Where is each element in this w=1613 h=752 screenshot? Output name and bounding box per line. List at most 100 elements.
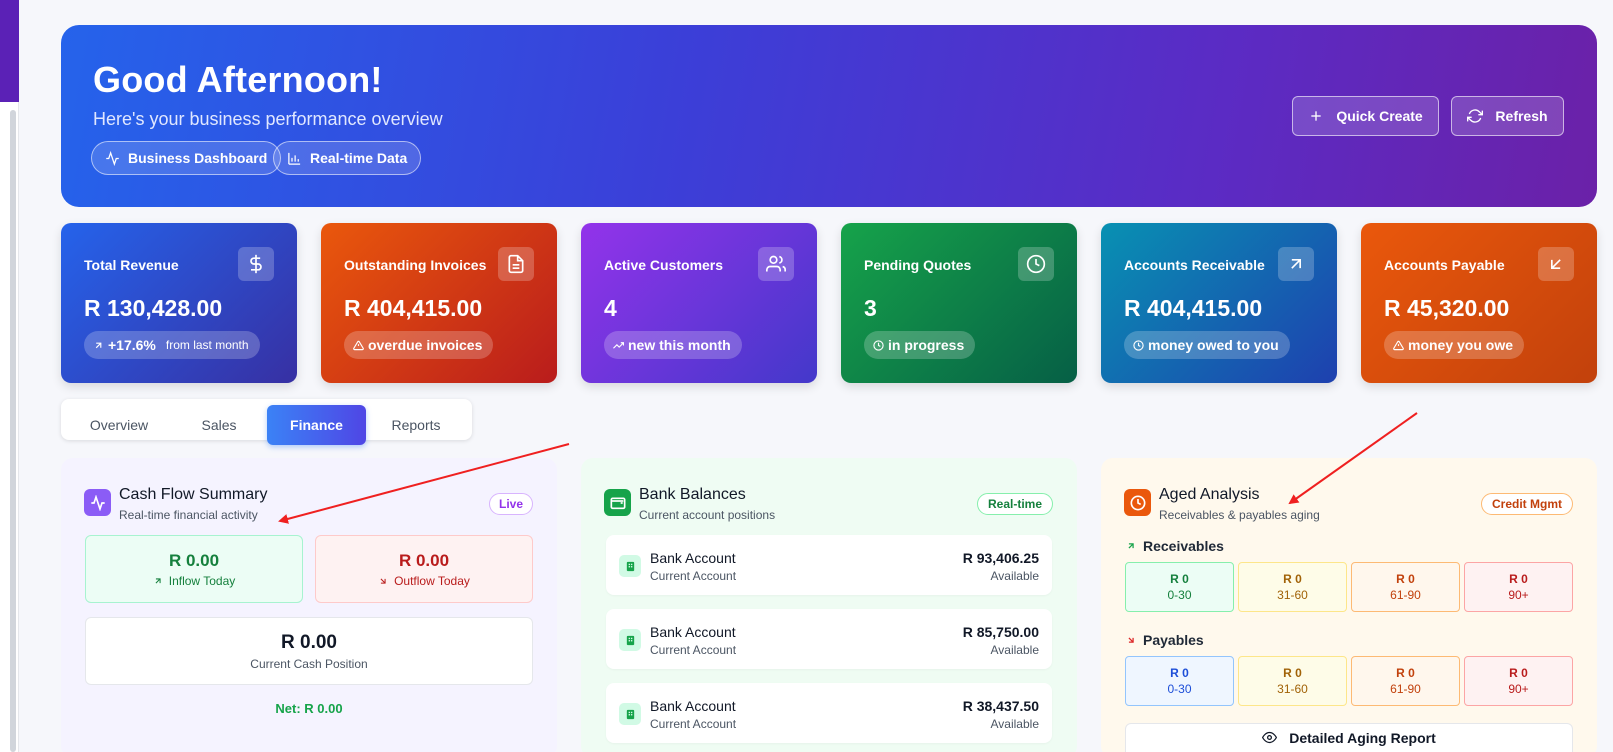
- clock-icon: [1124, 489, 1151, 516]
- alert-triangle-icon: [1393, 340, 1404, 350]
- account-status: Available: [990, 717, 1039, 731]
- stat-card-outstanding-invoices[interactable]: Outstanding Invoices R 404,415.00 overdu…: [321, 223, 557, 383]
- clock-icon: [1133, 339, 1144, 351]
- aged-analysis-panel: Aged Analysis Receivables & payables agi…: [1101, 458, 1597, 752]
- tab-sales[interactable]: Sales: [173, 405, 265, 445]
- stat-label: Outstanding Invoices: [344, 257, 487, 273]
- stat-card-total-revenue[interactable]: Total Revenue R 130,428.00 +17.6% from l…: [61, 223, 297, 383]
- bank-account-row[interactable]: Bank Account Current Account R 93,406.25…: [606, 535, 1052, 595]
- stat-value: R 404,415.00: [344, 295, 483, 321]
- account-name: Bank Account: [650, 624, 736, 640]
- stat-label: Total Revenue: [84, 257, 179, 273]
- eye-icon: [1262, 731, 1278, 744]
- clock-icon: [1018, 247, 1054, 281]
- outflow-label: Outflow Today: [394, 573, 470, 588]
- stat-tag-value: money owed to you: [1148, 337, 1279, 353]
- stat-card-pending-quotes[interactable]: Pending Quotes 3 in progress: [841, 223, 1077, 383]
- bucket-amount: R 0: [1509, 666, 1528, 680]
- account-type: Current Account: [650, 717, 737, 731]
- bank-icon: [619, 555, 641, 577]
- realtime-data-pill[interactable]: Real-time Data: [273, 141, 422, 175]
- wallet-icon: [604, 489, 631, 516]
- stat-tag: overdue invoices: [344, 331, 494, 359]
- bank-account-row[interactable]: Bank Account Current Account R 85,750.00…: [606, 609, 1052, 669]
- cash-position-box: R 0.00 Current Cash Position: [85, 617, 533, 685]
- tab-reports[interactable]: Reports: [366, 405, 466, 445]
- plus-icon: [1311, 111, 1321, 121]
- account-status: Available: [990, 643, 1039, 657]
- outflow-box: R 0.00 Outflow Today: [315, 535, 533, 603]
- alert-triangle-icon: [353, 340, 364, 350]
- activity-icon: [84, 489, 111, 516]
- pill-label: Business Dashboard: [128, 150, 268, 166]
- payables-heading: Payables: [1126, 632, 1204, 648]
- account-type: Current Account: [650, 643, 737, 657]
- stat-label: Pending Quotes: [864, 257, 972, 273]
- stat-tag-value: money you owe: [1408, 337, 1514, 353]
- clock-icon: [873, 339, 884, 351]
- quick-create-label: Quick Create: [1336, 108, 1423, 124]
- tab-overview[interactable]: Overview: [65, 405, 173, 445]
- stat-label: Accounts Receivable: [1124, 257, 1265, 273]
- panel-subtitle: Real-time financial activity: [119, 508, 258, 522]
- receivables-heading: Receivables: [1126, 538, 1224, 554]
- stat-tag-value: in progress: [888, 337, 965, 353]
- arrow-up-right-icon: [1278, 247, 1314, 281]
- refresh-button[interactable]: Refresh: [1451, 96, 1564, 136]
- bank-icon: [619, 629, 641, 651]
- detailed-aging-report-button[interactable]: Detailed Aging Report: [1125, 723, 1573, 752]
- stat-value: R 130,428.00: [84, 295, 223, 321]
- inflow-value: R 0.00: [168, 550, 220, 570]
- cash-position-label: Current Cash Position: [250, 656, 368, 671]
- business-dashboard-pill[interactable]: Business Dashboard: [91, 141, 282, 175]
- trending-up-icon: [613, 341, 624, 349]
- credit-mgmt-badge: Credit Mgmt: [1481, 493, 1573, 515]
- bank-account-row[interactable]: Bank Account Current Account R 38,437.50…: [606, 683, 1052, 743]
- bucket-amount: R 0: [1283, 572, 1302, 586]
- greeting-title: Good Afternoon!: [93, 59, 383, 100]
- bucket-amount: R 0: [1283, 666, 1302, 680]
- refresh-label: Refresh: [1495, 108, 1548, 124]
- bank-icon: [619, 703, 641, 725]
- stat-card-active-customers[interactable]: Active Customers 4 new this month: [581, 223, 817, 383]
- users-icon: [758, 247, 794, 281]
- bucket-range: 61-90: [1390, 588, 1421, 602]
- bucket-range: 90+: [1508, 588, 1529, 602]
- stat-tag-value: new this month: [628, 337, 731, 353]
- inflow-label: Inflow Today: [168, 573, 236, 588]
- stat-card-accounts-payable[interactable]: Accounts Payable R 45,320.00 money you o…: [1361, 223, 1597, 383]
- account-amount: R 38,437.50: [962, 698, 1039, 714]
- stat-tag: +17.6% from last month: [84, 331, 260, 359]
- report-button-label: Detailed Aging Report: [1289, 730, 1436, 746]
- tab-finance[interactable]: Finance: [267, 405, 366, 445]
- stat-tag: new this month: [604, 331, 742, 359]
- arrow-up-right-icon: [155, 577, 161, 583]
- stat-tag-suffix: from last month: [165, 338, 249, 352]
- cash-position-value: R 0.00: [281, 631, 337, 653]
- refresh-icon: [1467, 109, 1484, 123]
- panel-title: Aged Analysis: [1159, 486, 1260, 503]
- bucket-amount: R 0: [1509, 572, 1528, 586]
- panel-subtitle: Receivables & payables aging: [1159, 508, 1320, 522]
- outflow-caption: Outflow Today: [378, 574, 470, 588]
- live-badge: Live: [489, 493, 533, 515]
- stat-card-accounts-receivable[interactable]: Accounts Receivable R 404,415.00 money o…: [1101, 223, 1337, 383]
- bucket-range: 31-60: [1277, 588, 1308, 602]
- payables-bucket: R 0 90+: [1464, 656, 1573, 706]
- file-text-icon: [498, 247, 534, 281]
- cash-flow-panel: Cash Flow Summary Real-time financial ac…: [61, 458, 557, 752]
- pill-label: Real-time Data: [310, 150, 408, 166]
- inflow-box: R 0.00 Inflow Today: [85, 535, 303, 603]
- bar-chart-icon: [288, 152, 301, 165]
- stat-value: R 45,320.00: [1384, 295, 1510, 321]
- account-type: Current Account: [650, 569, 737, 583]
- receivables-bucket: R 0 0-30: [1125, 562, 1234, 612]
- stat-label: Active Customers: [604, 257, 724, 273]
- arrow-up-right-icon: [95, 342, 102, 348]
- account-amount: R 93,406.25: [962, 550, 1039, 566]
- quick-create-button[interactable]: Quick Create: [1292, 96, 1439, 136]
- stat-tag-value: overdue invoices: [368, 337, 483, 353]
- bucket-range: 90+: [1508, 682, 1529, 696]
- account-name: Bank Account: [650, 698, 736, 714]
- scrollbar[interactable]: [10, 110, 16, 752]
